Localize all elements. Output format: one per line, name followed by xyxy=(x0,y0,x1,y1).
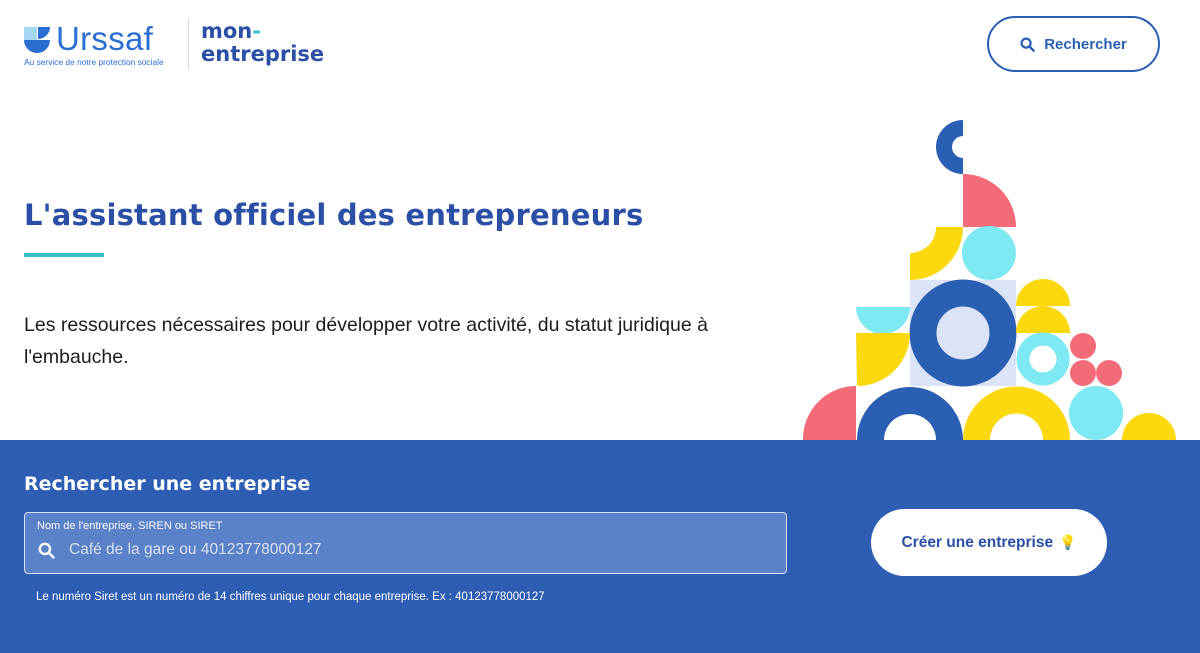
hero-description: Les ressources nécessaires pour développ… xyxy=(24,314,708,368)
lightbulb-icon: 💡 xyxy=(1059,534,1077,550)
search-field-label: Nom de l'entreprise, SIREN ou SIRET xyxy=(37,520,223,532)
company-search-panel: Rechercher une entreprise Nom de l'entre… xyxy=(0,440,1200,653)
urssaf-logo-link[interactable]: Urssaf Au service de notre protection so… xyxy=(24,20,174,70)
geometric-illustration xyxy=(802,120,1176,440)
search-icon xyxy=(38,542,55,559)
create-company-button[interactable]: Créer une entreprise 💡 xyxy=(871,509,1107,576)
header-search-label: Rechercher xyxy=(1044,35,1127,53)
logo-mon-text: mon xyxy=(201,19,253,43)
title-underline xyxy=(24,253,104,257)
header-search-button[interactable]: Rechercher xyxy=(987,16,1160,72)
urssaf-wordmark: Urssaf xyxy=(56,20,154,57)
page-title: L'assistant officiel des entrepreneurs xyxy=(24,198,644,232)
mon-entreprise-logo-link[interactable]: mon- entreprise xyxy=(201,20,324,66)
logo-divider xyxy=(188,18,189,70)
company-search-field[interactable]: Nom de l'entreprise, SIREN ou SIRET xyxy=(24,512,787,574)
site-header: Urssaf Au service de notre protection so… xyxy=(0,0,1200,90)
logo-dash: - xyxy=(252,19,261,43)
create-company-label: Créer une entreprise xyxy=(901,533,1054,551)
urssaf-logo-icon xyxy=(24,27,50,53)
search-panel-title: Rechercher une entreprise xyxy=(24,473,311,495)
logo-entreprise-text: entreprise xyxy=(201,42,325,66)
urssaf-tagline: Au service de notre protection sociale xyxy=(24,57,164,67)
search-icon xyxy=(1020,36,1036,52)
siret-hint: Le numéro Siret est un numéro de 14 chif… xyxy=(36,591,545,603)
company-search-input[interactable] xyxy=(69,537,769,563)
